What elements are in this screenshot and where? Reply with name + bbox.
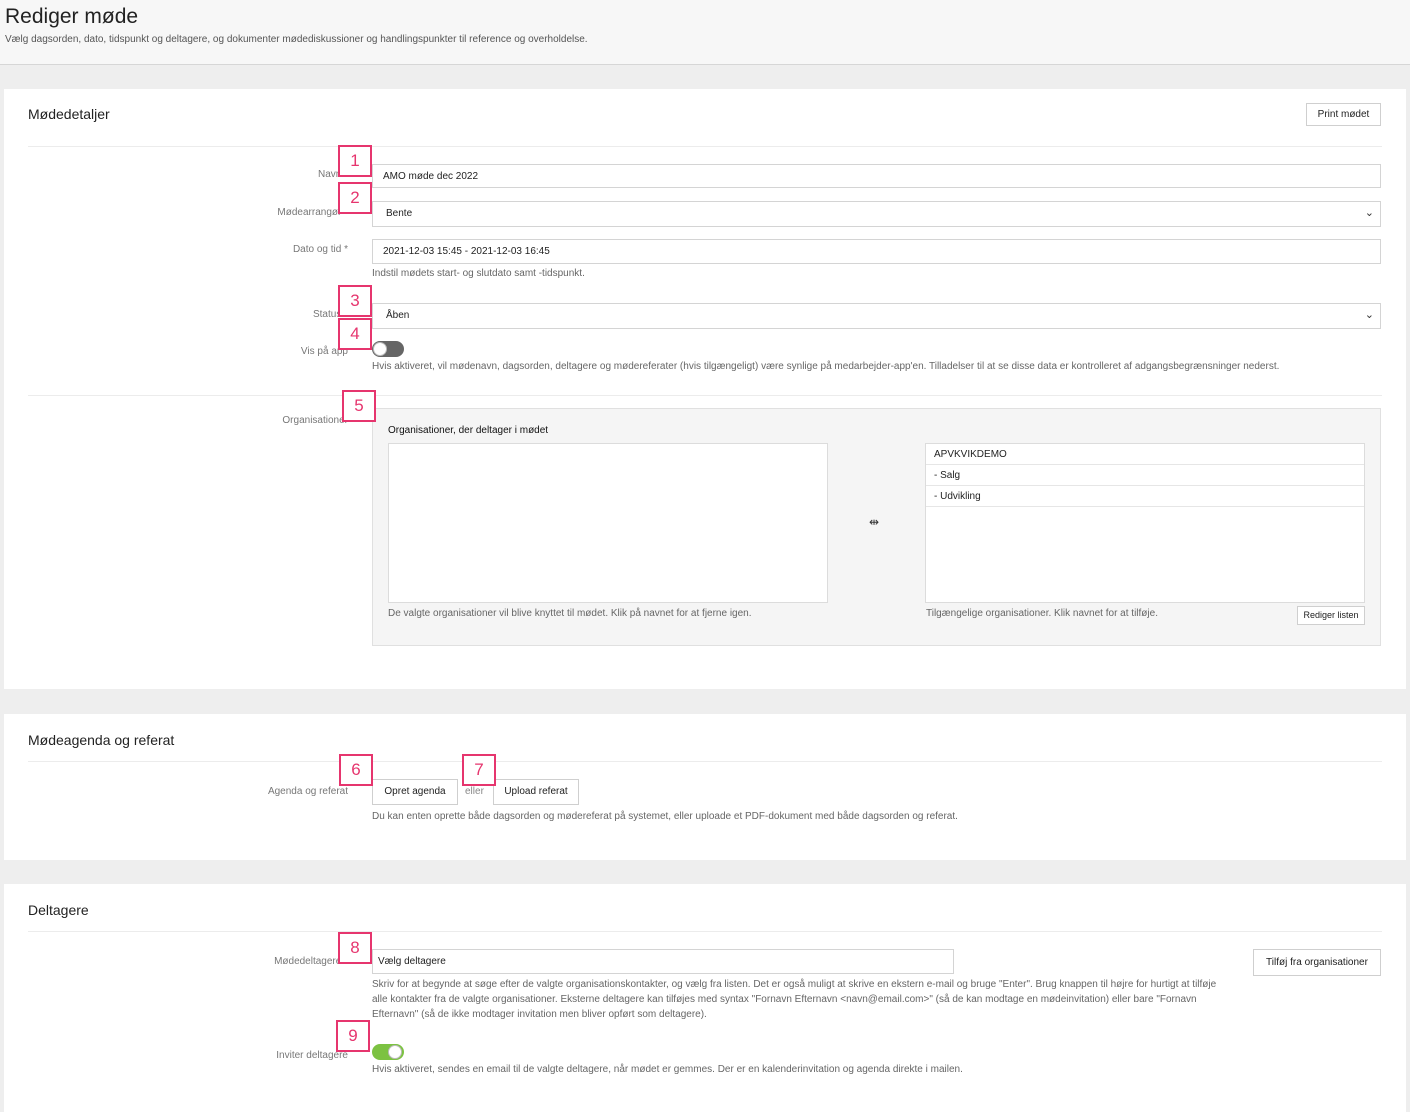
card-title-details: Mødedetaljer [28,106,110,122]
chevron-down-icon: ⌄ [1364,309,1374,321]
status-value: Åben [386,310,410,321]
annotation-marker: 6 [339,754,373,786]
organisations-panel: Organisationer, der deltager i mødet ⇹ A… [372,408,1381,646]
status-label: Status * [312,309,348,320]
organizer-select[interactable]: Bente ⌄ [372,201,1381,227]
create-agenda-button[interactable]: Opret agenda [372,779,458,805]
invite-participants-toggle[interactable] [372,1044,404,1060]
upload-minutes-button[interactable]: Upload referat [493,779,579,805]
edit-list-button[interactable]: Rediger listen [1297,606,1365,625]
available-organisations-list[interactable]: APVKVIKDEMO - Salg - Udvikling [925,443,1365,603]
available-organisations-help: Tilgængelige organisationer. Klik navnet… [926,608,1158,619]
print-meeting-button[interactable]: Print mødet [1306,103,1381,126]
transfer-icon: ⇹ [869,515,880,529]
divider [28,931,1382,932]
name-input[interactable]: AMO møde dec 2022 [372,164,1381,188]
invite-label: Inviter deltagere [276,1050,348,1061]
annotation-marker: 1 [338,145,372,177]
page-header: Rediger møde Vælg dagsorden, dato, tidsp… [0,0,1410,65]
invite-help: Hvis aktiveret, sendes en email til de v… [372,1064,963,1075]
annotation-marker: 4 [338,318,372,350]
date-input[interactable]: 2021-12-03 15:45 - 2021-12-03 16:45 [372,239,1381,264]
annotation-marker: 5 [342,390,376,422]
participants-input[interactable]: Vælg deltagere [372,949,954,974]
participants-card: Deltagere Mødedeltagere * Vælg deltagere… [4,884,1406,1112]
selected-organisations-help: De valgte organisationer vil blive knytt… [388,608,752,619]
status-select[interactable]: Åben ⌄ [372,303,1381,329]
name-label: Navn * [317,169,348,180]
list-item[interactable]: APVKVIKDEMO [926,444,1364,465]
participants-label: Mødedeltagere * [274,956,348,967]
card-title-participants: Deltagere [28,902,89,918]
annotation-marker: 9 [336,1020,370,1052]
toggle-knob [373,342,387,356]
divider [28,761,1382,762]
show-on-app-toggle[interactable] [372,341,404,357]
date-help: Indstil mødets start- og slutdato samt -… [372,268,585,279]
organizer-label: Mødearrangør * [277,207,348,218]
divider [28,395,1382,396]
add-from-organisations-button[interactable]: Tilføj fra organisationer [1253,949,1381,976]
chevron-down-icon: ⌄ [1364,207,1374,219]
annotation-marker: 7 [462,754,496,786]
selected-organisations-list[interactable] [388,443,828,603]
participants-help: Skriv for at begynde at søge efter de va… [372,979,1217,1020]
show-on-app-help: Hvis aktiveret, vil mødenavn, dagsorden,… [372,361,1280,372]
organisations-label: Organisationer [282,415,348,426]
agenda-card: Mødeagenda og referat Agenda og referat … [4,714,1406,860]
date-label: Dato og tid * [292,244,348,255]
annotation-marker: 3 [338,285,372,317]
or-text: eller [465,786,484,797]
toggle-knob [388,1045,402,1059]
organisations-panel-title: Organisationer, der deltager i mødet [388,425,549,436]
organizer-value: Bente [386,208,413,219]
list-item[interactable]: - Udvikling [926,486,1364,507]
page-subtitle: Vælg dagsorden, dato, tidspunkt og delta… [5,34,588,45]
annotation-marker: 8 [338,932,372,964]
show-on-app-label: Vis på app [300,346,348,357]
agenda-label: Agenda og referat [267,786,348,797]
agenda-help: Du kan enten oprette både dagsorden og m… [372,811,958,822]
divider [28,146,1382,147]
page-title: Rediger møde [5,5,139,28]
card-title-agenda: Mødeagenda og referat [28,732,175,748]
meeting-details-card: Mødedetaljer Print mødet Navn * AMO møde… [4,89,1406,689]
annotation-marker: 2 [338,182,372,214]
list-item[interactable]: - Salg [926,465,1364,486]
